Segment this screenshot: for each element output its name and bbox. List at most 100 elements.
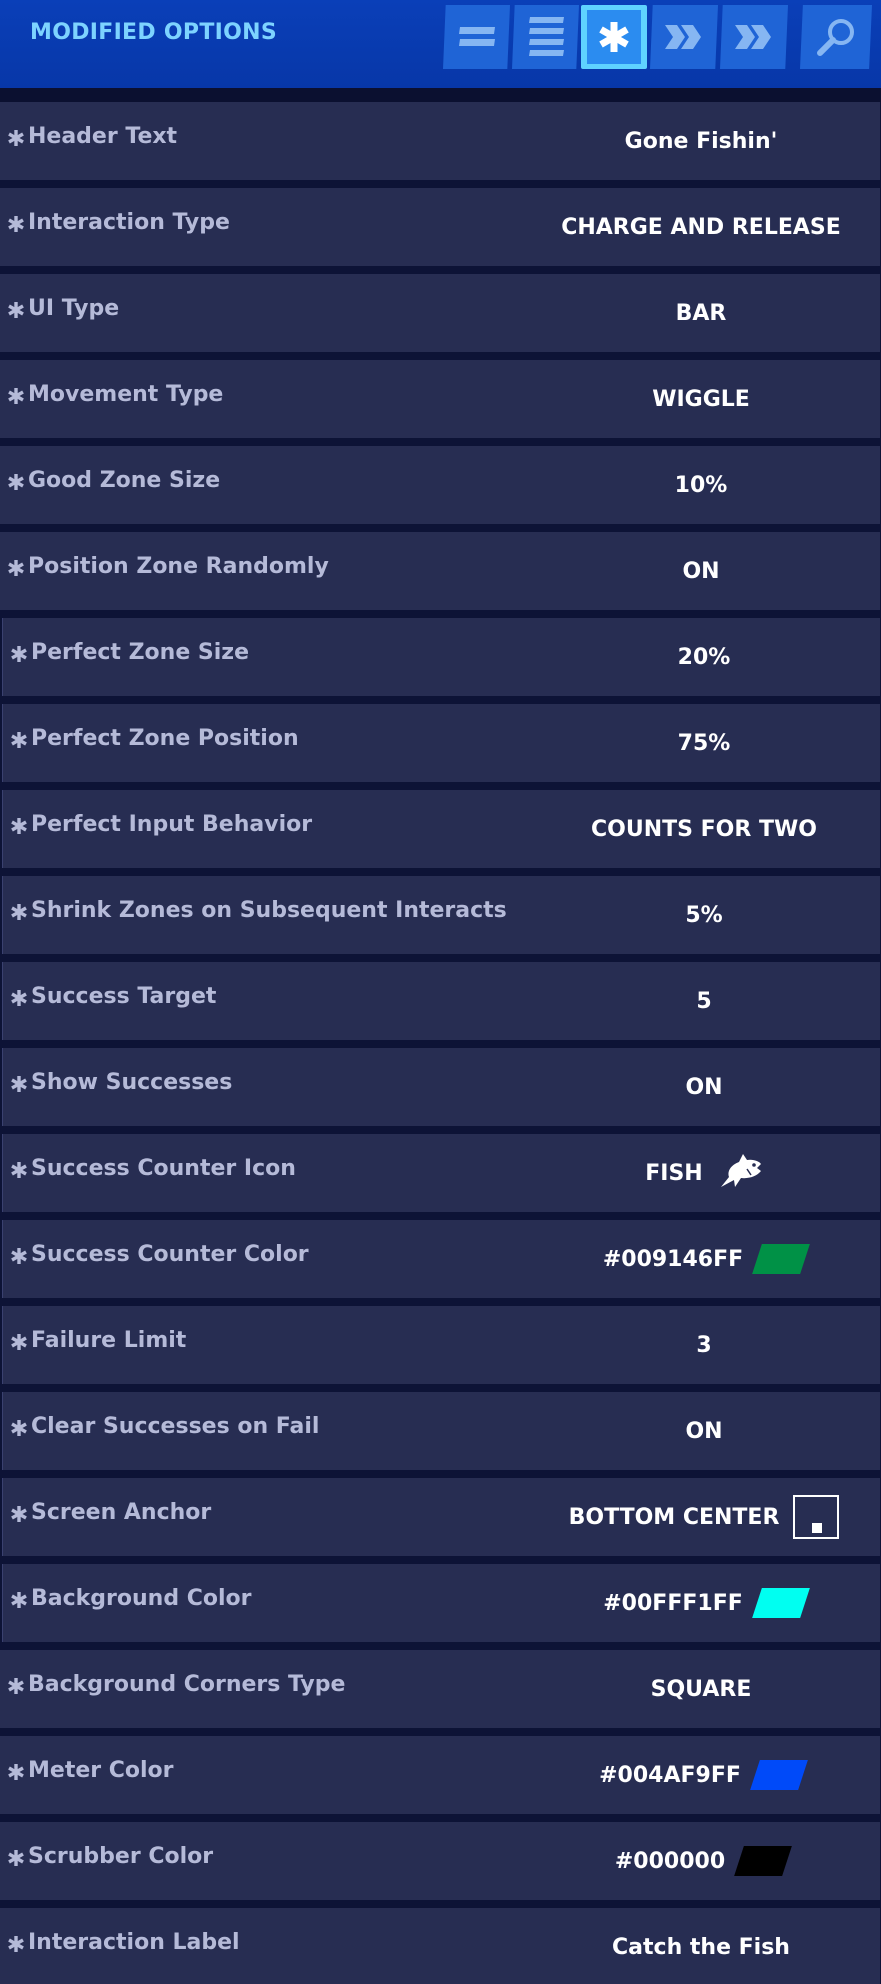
option-value-area[interactable]: 10% [530, 446, 872, 524]
option-row[interactable]: Header Text Gone Fishin' [0, 102, 880, 180]
option-label: Background Color [31, 1586, 252, 1611]
modified-asterisk-icon [7, 387, 25, 405]
option-value-area[interactable]: WIGGLE [530, 360, 872, 438]
option-row[interactable]: Failure Limit 3 [2, 1306, 880, 1384]
fish-icon [717, 1151, 763, 1195]
option-row[interactable]: Scrubber Color #000000 [0, 1822, 880, 1900]
double-chevron-icon [733, 23, 775, 51]
option-row[interactable]: Movement Type WIGGLE [0, 360, 880, 438]
option-row[interactable]: Shrink Zones on Subsequent Interacts 5% [2, 876, 880, 954]
option-value: FISH [645, 1160, 703, 1186]
option-row[interactable]: Success Counter Icon FISH [2, 1134, 880, 1212]
option-row[interactable]: Good Zone Size 10% [0, 446, 880, 524]
option-value: 5% [685, 902, 723, 928]
option-value-area[interactable]: 3 [533, 1306, 875, 1384]
option-row[interactable]: Interaction Label Catch the Fish [0, 1908, 880, 1984]
tab-search[interactable] [800, 5, 872, 69]
option-label: Failure Limit [31, 1328, 187, 1353]
option-row[interactable]: Meter Color #004AF9FF [0, 1736, 880, 1814]
option-value: 20% [677, 644, 731, 670]
option-value-area[interactable]: BOTTOM CENTER [533, 1478, 875, 1556]
screen-anchor-icon [793, 1495, 840, 1539]
option-value-area[interactable]: SQUARE [530, 1650, 872, 1728]
option-value: #00FFF1FF [603, 1590, 743, 1616]
color-swatch [752, 1244, 811, 1274]
option-row[interactable]: Perfect Zone Position 75% [2, 704, 880, 782]
option-label: Background Corners Type [28, 1672, 346, 1697]
color-swatch [734, 1846, 793, 1876]
modified-asterisk-icon [10, 1075, 28, 1093]
option-label: Clear Successes on Fail [31, 1414, 320, 1439]
option-label: Show Successes [31, 1070, 233, 1095]
option-label: Interaction Label [28, 1930, 240, 1955]
option-row[interactable]: Perfect Zone Size 20% [2, 618, 880, 696]
modified-asterisk-icon [10, 903, 28, 921]
modified-asterisk-icon [7, 215, 25, 233]
color-swatch [751, 1588, 810, 1618]
modified-asterisk-icon [10, 817, 28, 835]
option-value: BOTTOM CENTER [568, 1504, 780, 1530]
tab-advanced-2[interactable] [720, 5, 788, 69]
modified-asterisk-icon [7, 301, 25, 319]
option-value-area[interactable]: #004AF9FF [530, 1736, 872, 1814]
modified-asterisk-icon [7, 559, 25, 577]
asterisk-icon [597, 20, 631, 54]
tab-modified[interactable] [581, 5, 647, 69]
option-value-area[interactable]: 20% [533, 618, 875, 696]
option-value-area[interactable]: #000000 [530, 1822, 872, 1900]
option-row[interactable]: Interaction Type CHARGE AND RELEASE [0, 188, 880, 266]
option-label: Screen Anchor [31, 1500, 212, 1525]
option-value-area[interactable]: 75% [533, 704, 875, 782]
option-row[interactable]: Clear Successes on Fail ON [2, 1392, 880, 1470]
modified-asterisk-icon [7, 1677, 25, 1695]
option-row[interactable]: Success Target 5 [2, 962, 880, 1040]
option-label: Success Counter Color [31, 1242, 309, 1267]
option-value-area[interactable]: COUNTS FOR TWO [533, 790, 875, 868]
option-value-area[interactable]: #00FFF1FF [533, 1564, 875, 1642]
option-value: BAR [675, 300, 727, 326]
option-value-area[interactable]: ON [533, 1048, 875, 1126]
option-row[interactable]: Position Zone Randomly ON [0, 532, 880, 610]
option-row[interactable]: Screen Anchor BOTTOM CENTER [2, 1478, 880, 1556]
option-value: WIGGLE [652, 386, 750, 412]
option-row[interactable]: Show Successes ON [2, 1048, 880, 1126]
option-value-area[interactable]: 5 [533, 962, 875, 1040]
option-value-area[interactable]: BAR [530, 274, 872, 352]
header-bar: MODIFIED OPTIONS [0, 0, 881, 88]
modified-asterisk-icon [10, 989, 28, 1007]
option-row[interactable]: Success Counter Color #009146FF [2, 1220, 880, 1298]
option-row[interactable]: Background Corners Type SQUARE [0, 1650, 880, 1728]
option-value-area[interactable]: FISH [533, 1134, 875, 1212]
option-value-area[interactable]: ON [533, 1392, 875, 1470]
option-value-area[interactable]: Gone Fishin' [530, 102, 872, 180]
option-label: Perfect Zone Position [31, 726, 299, 751]
double-chevron-icon [663, 23, 705, 51]
modified-asterisk-icon [10, 731, 28, 749]
option-value-area[interactable]: CHARGE AND RELEASE [530, 188, 872, 266]
option-value-area[interactable]: Catch the Fish [530, 1908, 872, 1984]
panel-title: MODIFIED OPTIONS [30, 20, 277, 45]
option-value: ON [685, 1074, 723, 1100]
option-value-area[interactable]: 5% [533, 876, 875, 954]
option-value: #009146FF [602, 1246, 744, 1272]
modified-asterisk-icon [7, 1849, 25, 1867]
tab-advanced-1[interactable] [650, 5, 718, 69]
modified-asterisk-icon [7, 473, 25, 491]
option-row[interactable]: UI Type BAR [0, 274, 880, 352]
option-value-area[interactable]: ON [530, 532, 872, 610]
tab-list[interactable] [512, 5, 579, 69]
option-value: CHARGE AND RELEASE [561, 214, 841, 240]
modified-asterisk-icon [10, 1333, 28, 1351]
option-label: Interaction Type [28, 210, 230, 235]
option-row[interactable]: Perfect Input Behavior COUNTS FOR TWO [2, 790, 880, 868]
option-value: ON [682, 558, 720, 584]
tab-basic[interactable] [443, 5, 510, 69]
option-value: 5 [696, 988, 712, 1014]
search-icon [816, 17, 856, 57]
option-value: 75% [677, 730, 731, 756]
modified-asterisk-icon [10, 1419, 28, 1437]
modified-asterisk-icon [7, 129, 25, 147]
option-label: Success Counter Icon [31, 1156, 296, 1181]
option-value-area[interactable]: #009146FF [533, 1220, 875, 1298]
option-row[interactable]: Background Color #00FFF1FF [2, 1564, 880, 1642]
